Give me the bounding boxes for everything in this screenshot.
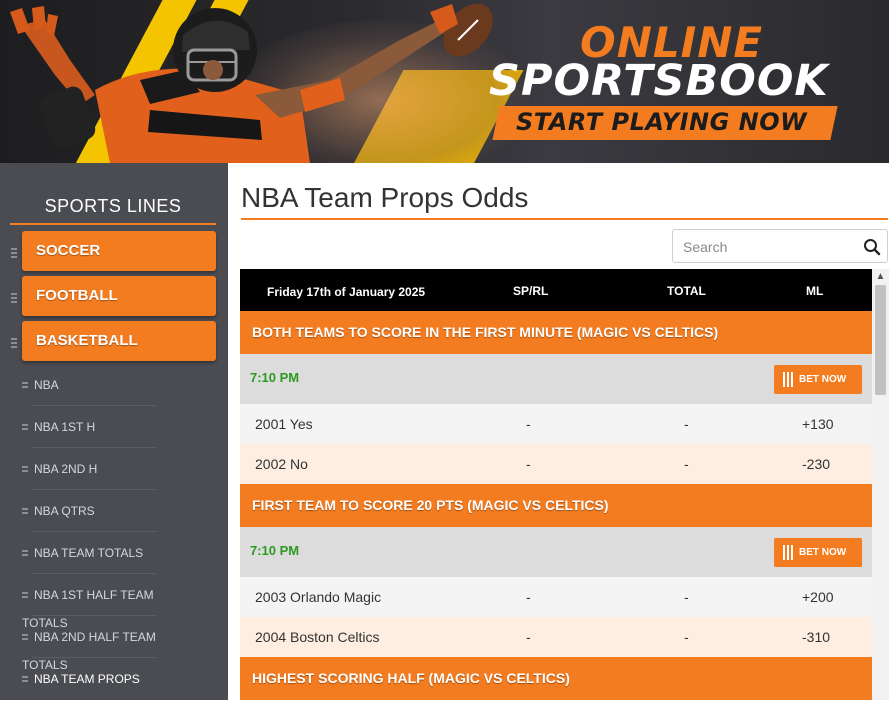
grip-icon — [22, 675, 28, 684]
table-header: Friday 17th of January 2025 SP/RL TOTAL … — [240, 269, 872, 311]
sport-button-football[interactable]: FOOTBALL — [22, 276, 216, 316]
game-time-row: 7:10 PM BET NOW — [240, 527, 872, 577]
column-header-spread: SP/RL — [513, 284, 549, 298]
divider — [32, 573, 156, 574]
moneyline-value[interactable]: -310 — [802, 629, 830, 645]
sidebar-link-nba-qtrs[interactable]: NBA QTRS — [22, 497, 202, 539]
grip-icon — [22, 549, 28, 558]
spread-value: - — [526, 416, 531, 432]
grip-icon — [22, 381, 28, 390]
page-title: NBA Team Props Odds — [241, 182, 529, 213]
total-value: - — [684, 629, 689, 645]
divider — [32, 615, 156, 616]
total-value: - — [684, 416, 689, 432]
grip-icon — [22, 507, 28, 516]
sport-button-soccer[interactable]: SOCCER — [22, 231, 216, 271]
odds-table: Friday 17th of January 2025 SP/RL TOTAL … — [240, 269, 872, 700]
sidebar-link-label: NBA QTRS — [34, 504, 95, 518]
sidebar-link-label: NBA TEAM TOTALS — [34, 546, 144, 560]
sidebar-link-nba[interactable]: NBA — [22, 371, 202, 413]
sidebar-link-label: NBA TEAM PROPS — [34, 672, 140, 686]
bet-now-label: BET NOW — [799, 374, 847, 385]
table-row[interactable]: 2002 No - - -230 — [240, 444, 872, 484]
sidebar-link-nba-2nd-half-team-totals[interactable]: NBA 2ND HALF TEAM TOTALS — [22, 623, 202, 672]
team-option: 2001 Yes — [255, 416, 313, 432]
divider — [32, 447, 156, 448]
bet-now-label: BET NOW — [799, 547, 847, 558]
grip-icon — [22, 465, 28, 474]
column-header-total: TOTAL — [667, 284, 706, 298]
sport-button-basketball[interactable]: BASKETBALL — [22, 321, 216, 361]
event-date: Friday 17th of January 2025 — [267, 285, 426, 299]
game-time-row: 7:10 PM BET NOW — [240, 354, 872, 404]
scroll-thumb[interactable] — [875, 285, 886, 395]
sidebar-link-label: NBA — [34, 378, 59, 392]
moneyline-value[interactable]: +200 — [802, 589, 834, 605]
hero-banner[interactable]: ONLINE SPORTSBOOK START PLAYING NOW — [0, 0, 889, 163]
divider — [32, 657, 156, 658]
bet-now-button[interactable]: BET NOW — [774, 538, 862, 567]
grip-icon — [22, 633, 28, 642]
team-option: 2003 Orlando Magic — [255, 589, 382, 605]
spread-value: - — [526, 456, 531, 472]
moneyline-value[interactable]: +130 — [802, 416, 834, 432]
divider — [32, 531, 156, 532]
search-box[interactable] — [672, 229, 888, 263]
team-option: 2004 Boston Celtics — [255, 629, 380, 645]
bars-icon — [783, 372, 793, 387]
grip-icon — [11, 248, 17, 258]
bet-now-button[interactable]: BET NOW — [774, 365, 862, 394]
scrollbar[interactable]: ▲ — [872, 269, 889, 700]
sidebar-link-label: NBA 1ST H — [34, 420, 96, 434]
search-icon[interactable] — [863, 238, 881, 256]
grip-icon — [11, 338, 17, 348]
column-header-ml: ML — [806, 284, 824, 298]
scroll-up-icon[interactable]: ▲ — [875, 272, 886, 282]
sidebar-link-nba-2nd-h[interactable]: NBA 2ND H — [22, 455, 202, 497]
spread-value: - — [526, 589, 531, 605]
table-row[interactable]: 2004 Boston Celtics - - -310 — [240, 617, 872, 657]
sidebar-link-label: NBA 2ND H — [34, 462, 98, 476]
divider — [32, 489, 156, 490]
title-divider — [241, 218, 888, 220]
table-row[interactable]: 2003 Orlando Magic - - +200 — [240, 577, 872, 617]
start-playing-button[interactable]: START PLAYING NOW — [516, 108, 807, 136]
total-value: - — [684, 589, 689, 605]
game-time: 7:10 PM — [250, 370, 300, 385]
grip-icon — [22, 591, 28, 600]
grip-icon — [22, 423, 28, 432]
total-value: - — [684, 456, 689, 472]
game-time: 7:10 PM — [250, 543, 300, 558]
sidebar-link-nba-1st-half-team-totals[interactable]: NBA 1ST HALF TEAM TOTALS — [22, 581, 202, 630]
sidebar-title: SPORTS LINES — [10, 196, 216, 225]
grip-icon — [11, 293, 17, 303]
search-input[interactable] — [683, 237, 853, 257]
sidebar-link-nba-1st-h[interactable]: NBA 1ST H — [22, 413, 202, 455]
banner-headline: SPORTSBOOK — [489, 56, 829, 106]
sports-sidebar: SPORTS LINES SOCCER FOOTBALL BASKETBALL … — [0, 163, 228, 700]
spread-value: - — [526, 629, 531, 645]
table-row[interactable]: 2001 Yes - - +130 — [240, 404, 872, 444]
bars-icon — [783, 545, 793, 560]
prop-group-header: FIRST TEAM TO SCORE 20 PTS (MAGIC VS CEL… — [240, 484, 872, 527]
prop-group-header: HIGHEST SCORING HALF (MAGIC VS CELTICS) — [240, 657, 872, 700]
divider — [32, 405, 156, 406]
sidebar-link-nba-team-props[interactable]: NBA TEAM PROPS — [22, 665, 202, 707]
team-option: 2002 No — [255, 456, 308, 472]
sidebar-link-nba-team-totals[interactable]: NBA TEAM TOTALS — [22, 539, 202, 581]
football-player-image — [10, 3, 493, 163]
prop-group-header: BOTH TEAMS TO SCORE IN THE FIRST MINUTE … — [240, 311, 872, 354]
moneyline-value[interactable]: -230 — [802, 456, 830, 472]
